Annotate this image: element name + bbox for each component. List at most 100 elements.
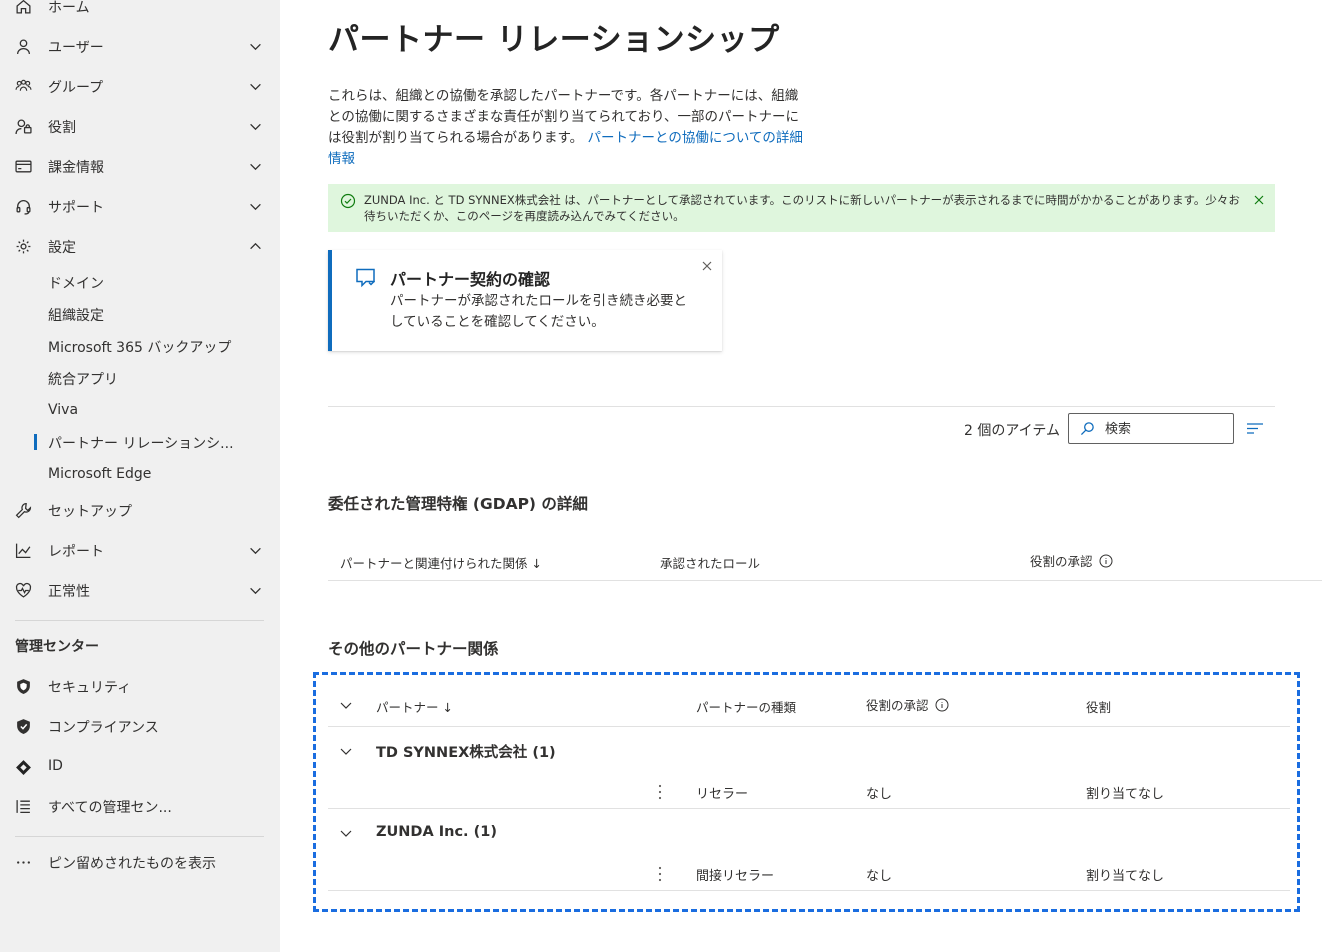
nav-groups[interactable]: グループ — [0, 71, 280, 101]
sub-domains[interactable]: ドメイン — [0, 268, 280, 296]
nav-show-pinned[interactable]: ピン留めされたものを表示 — [0, 847, 280, 877]
chevron-down-icon[interactable] — [249, 200, 262, 213]
nav-compliance-label: コンプライアンス — [48, 720, 159, 736]
filter-icon[interactable] — [1246, 421, 1264, 437]
identity-icon — [15, 759, 32, 776]
search-icon — [1080, 422, 1094, 436]
chevron-down-icon[interactable] — [249, 544, 262, 557]
sub-partner-relationships-label: パートナー リレーションシ... — [48, 436, 234, 452]
search-input[interactable] — [1103, 418, 1233, 441]
more-icon — [15, 854, 32, 871]
chart-icon — [15, 542, 32, 559]
chevron-down-icon[interactable] — [249, 160, 262, 173]
card-title: パートナー契約の確認 — [390, 270, 551, 289]
nav-roles-label: 役割 — [48, 120, 76, 136]
sub-edge[interactable]: Microsoft Edge — [0, 461, 280, 489]
nav-settings[interactable]: 設定 — [0, 231, 280, 261]
close-icon[interactable] — [700, 259, 714, 273]
partner-review-card: パートナー契約の確認 パートナーが承認されたロールを引き続き必要としていることを… — [328, 250, 722, 351]
gear-icon — [15, 238, 32, 255]
page-title: パートナー リレーションシップ — [328, 22, 780, 58]
chevron-down-icon[interactable] — [339, 698, 353, 712]
nav-reports[interactable]: レポート — [0, 535, 280, 565]
cell-role-approval: なし — [866, 869, 893, 884]
nav-health[interactable]: 正常性 — [0, 575, 280, 605]
cell-role: 割り当てなし — [1086, 787, 1165, 802]
nav-home-label: ホーム — [48, 0, 90, 16]
nav-support-label: サポート — [48, 200, 104, 216]
wrench-icon — [15, 502, 32, 519]
nav-billing[interactable]: 課金情報 — [0, 151, 280, 181]
group-icon — [15, 78, 32, 95]
cell-partner-type: 間接リセラー — [696, 869, 775, 884]
sub-partner-relationships[interactable]: パートナー リレーションシ... — [0, 428, 280, 456]
gdap-section-title: 委任された管理特権 (GDAP) の詳細 — [328, 495, 588, 513]
chevron-down-icon[interactable] — [339, 826, 353, 840]
nav-security[interactable]: セキュリティ — [0, 671, 280, 701]
nav-home[interactable]: ホーム — [0, 0, 280, 21]
nav-show-pinned-label: ピン留めされたものを表示 — [48, 856, 216, 872]
nav-divider — [15, 836, 264, 837]
nav-all-admin-centers-label: すべての管理セン... — [48, 800, 172, 816]
col-header-role-approval[interactable]: 役割の承認 — [866, 695, 949, 714]
admin-centers-heading: 管理センター — [15, 639, 99, 655]
chevron-down-icon[interactable] — [249, 120, 262, 133]
home-icon — [15, 0, 32, 15]
nav-setup[interactable]: セットアップ — [0, 495, 280, 525]
sub-backup-label: Microsoft 365 バックアップ — [48, 340, 232, 356]
nav-users[interactable]: ユーザー — [0, 31, 280, 61]
role-icon — [15, 118, 32, 135]
sub-backup[interactable]: Microsoft 365 バックアップ — [0, 332, 280, 360]
success-message-text: ZUNDA Inc. と TD SYNNEX株式会社 は、パートナーとして承認さ… — [364, 193, 1240, 223]
nav-divider — [15, 620, 264, 621]
close-icon[interactable] — [1252, 193, 1266, 207]
divider — [328, 580, 1322, 581]
col-header-role[interactable]: 役割 — [1086, 697, 1111, 716]
list-icon — [15, 798, 32, 815]
nav-compliance[interactable]: コンプライアンス — [0, 711, 280, 741]
col-header-partner[interactable]: パートナー ↓ — [376, 697, 453, 716]
info-icon[interactable] — [935, 698, 949, 712]
nav-identity-label: ID — [48, 758, 63, 774]
success-message-bar: ZUNDA Inc. と TD SYNNEX株式会社 は、パートナーとして承認さ… — [328, 184, 1275, 232]
search-box[interactable] — [1068, 413, 1234, 444]
more-vertical-icon[interactable] — [657, 865, 663, 883]
nav-roles[interactable]: 役割 — [0, 111, 280, 141]
sub-org-settings-label: 組織設定 — [48, 308, 104, 324]
col-header-relationship[interactable]: パートナーと関連付けられた関係 ↓ — [340, 553, 542, 572]
nav-all-admin-centers[interactable]: すべての管理セン... — [0, 791, 280, 821]
info-icon[interactable] — [1099, 554, 1113, 568]
col-header-partner-type[interactable]: パートナーの種類 — [696, 697, 796, 716]
more-vertical-icon[interactable] — [657, 783, 663, 801]
compliance-icon — [15, 718, 32, 735]
sub-viva[interactable]: Viva — [0, 397, 280, 425]
chevron-down-icon[interactable] — [249, 80, 262, 93]
heart-icon — [15, 582, 32, 599]
page-description: これらは、組織との協働を承認したパートナーです。各パートナーには、組織との協働に… — [328, 86, 806, 170]
nav-groups-label: グループ — [48, 80, 104, 96]
nav-identity[interactable]: ID — [0, 752, 280, 782]
nav-health-label: 正常性 — [48, 584, 90, 600]
nav-support[interactable]: サポート — [0, 191, 280, 221]
sub-domains-label: ドメイン — [48, 276, 104, 292]
cell-role: 割り当てなし — [1086, 869, 1165, 884]
sub-integrated-apps-label: 統合アプリ — [48, 372, 118, 388]
sidebar: ホーム ユーザー グループ 役割 課金情報 サポート 設定 ドメイン 組織設定 … — [0, 0, 280, 952]
chevron-up-icon[interactable] — [249, 240, 262, 253]
group-header-zunda[interactable]: ZUNDA Inc. (1) — [376, 824, 497, 840]
sub-org-settings[interactable]: 組織設定 — [0, 300, 280, 328]
sub-integrated-apps[interactable]: 統合アプリ — [0, 364, 280, 392]
divider — [328, 890, 1290, 891]
chevron-down-icon[interactable] — [339, 744, 353, 758]
nav-reports-label: レポート — [48, 544, 104, 560]
divider — [328, 808, 1290, 809]
cell-role-approval: なし — [866, 787, 893, 802]
card-body: パートナーが承認されたロールを引き続き必要としていることを確認してください。 — [390, 293, 687, 330]
chevron-down-icon[interactable] — [249, 40, 262, 53]
col-header-approved-roles[interactable]: 承認されたロール — [660, 553, 760, 572]
col-header-role-approval-label: 役割の承認 — [866, 698, 929, 713]
billing-icon — [15, 158, 32, 175]
group-header-td-synnex[interactable]: TD SYNNEX株式会社 (1) — [376, 741, 556, 762]
chevron-down-icon[interactable] — [249, 584, 262, 597]
col-header-role-approval[interactable]: 役割の承認 — [1030, 551, 1113, 570]
